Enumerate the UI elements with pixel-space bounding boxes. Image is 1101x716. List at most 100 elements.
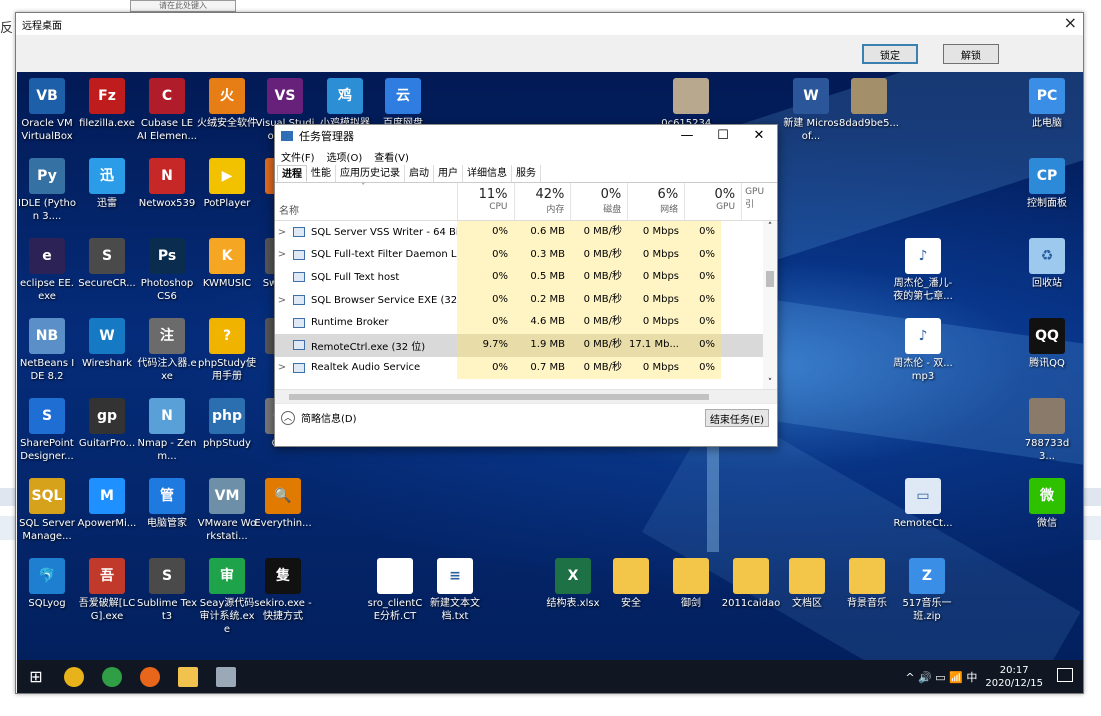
tab-details[interactable]: 详细信息 (463, 165, 512, 182)
desktop-icon[interactable]: 2011caidao (721, 558, 781, 610)
desktop-icon[interactable]: S SharePoint Designer... (17, 398, 77, 463)
desktop-icon[interactable]: M ApowerMi... (77, 478, 137, 530)
desktop-icon[interactable]: php phpStudy (197, 398, 257, 450)
desktop-icon[interactable]: 安全 (601, 558, 661, 610)
desktop-icon[interactable]: gp GuitarPro... (77, 398, 137, 450)
menu-item-view[interactable]: 查看(V) (374, 149, 409, 164)
desktop-icon[interactable]: 🐬 SQLyog (17, 558, 77, 610)
expand-chevron-icon[interactable]: > (275, 362, 289, 373)
column-header-network[interactable]: 6% 网络 (627, 183, 684, 220)
desktop-icon[interactable]: N Netwox539 (137, 158, 197, 210)
scroll-down-icon[interactable]: ˅ (763, 377, 777, 389)
desktop-icon[interactable]: ▶ PotPlayer (197, 158, 257, 210)
desktop-icon[interactable]: 背景音乐 (837, 558, 897, 610)
taskbar-app[interactable] (131, 660, 169, 693)
process-row[interactable]: > Realtek Audio Service 0% 0.7 MB 0 MB/秒 0 Mb… (275, 356, 777, 380)
end-task-button[interactable]: 结束任务(E) (705, 409, 769, 427)
notification-icon[interactable] (1057, 668, 1073, 682)
column-header-cpu[interactable]: 11% CPU (456, 183, 514, 220)
desktop-icon[interactable]: K KWMUSIC (197, 238, 257, 290)
tab-app-history[interactable]: 应用历史记录 (336, 165, 405, 182)
scrollbar-thumb[interactable] (766, 271, 774, 287)
desktop-icon[interactable]: 隻 sekiro.exe - 快捷方式 (253, 558, 313, 623)
close-icon[interactable]: ✕ (741, 125, 777, 147)
column-header-memory[interactable]: 42% 内存 (513, 183, 571, 220)
lock-button[interactable]: 锁定 (862, 44, 918, 64)
unlock-button[interactable]: 解锁 (943, 44, 999, 64)
tab-processes[interactable]: 进程 (277, 165, 307, 182)
desktop-icon[interactable]: QQ 腾讯QQ (1017, 318, 1077, 370)
desktop-icon[interactable]: 迅迅雷 (77, 158, 137, 210)
desktop-icon[interactable]: ♪ 周杰伦 - 双...mp3 (893, 318, 953, 383)
column-header-disk[interactable]: 0% 磁盘 (570, 183, 627, 220)
process-row[interactable]: > SQL Full-text Filter Daemon L... 0% 0.3 M… (275, 243, 777, 267)
search-input[interactable]: 请在此处键入 (130, 0, 236, 12)
process-row[interactable]: Runtime Broker 0% 4.6 MB 0 MB/秒 0 Mbps 0% (275, 311, 777, 334)
tray-icons[interactable]: ^ 🔊 ▭ 📶 中 (905, 669, 977, 685)
tab-users[interactable]: 用户 (434, 165, 463, 182)
column-header-gpu[interactable]: 0% GPU (684, 183, 741, 220)
expand-chevron-icon[interactable]: > (275, 227, 289, 238)
column-header-name[interactable]: ˇ 名称 (275, 183, 457, 220)
desktop-icon[interactable]: 788733d3... (1017, 398, 1077, 463)
desktop-icon[interactable]: SQL SQL Server Manage... (17, 478, 77, 543)
desktop-icon[interactable]: Fz filezilla.exe (77, 78, 137, 130)
desktop-icon[interactable]: sro_clientCE分析.CT (365, 558, 425, 623)
close-icon[interactable]: × (1064, 15, 1077, 31)
desktop-icon[interactable]: 🔍 Everythin... (253, 478, 313, 530)
minimize-icon[interactable]: — (669, 125, 705, 147)
desktop-icon[interactable]: Py IDLE (Python 3.... (17, 158, 77, 223)
column-header-gpu-engine[interactable]: GPU 引 (741, 183, 777, 220)
desktop-icon[interactable]: 8dad9be5... (839, 78, 899, 130)
menu-item-file[interactable]: 文件(F) (281, 149, 315, 164)
desktop-icon[interactable]: 管电脑管家 (137, 478, 197, 530)
desktop-icon[interactable]: 审 Seay源代码审计系统.exe (197, 558, 257, 636)
desktop-icon[interactable]: ♪ 周杰伦_潘儿-夜的第七章... (893, 238, 953, 303)
process-row[interactable]: SQL Full Text host 0% 0.5 MB 0 MB/秒 0 Mbps 0% (275, 266, 777, 289)
process-row[interactable]: > SQL Browser Service EXE (32... 0% 0.2 MB 0… (275, 288, 777, 312)
remote-desktop-titlebar[interactable]: 远程桌面 × (16, 13, 1083, 35)
tab-performance[interactable]: 性能 (307, 165, 336, 182)
tab-services[interactable]: 服务 (512, 165, 541, 182)
taskbar-app[interactable] (93, 660, 131, 693)
desktop-icon[interactable]: ≡ 新建文本文档.txt (425, 558, 485, 623)
maximize-icon[interactable]: ☐ (705, 125, 741, 147)
desktop-icon[interactable]: Ps Photoshop CS6 (137, 238, 197, 303)
desktop-icon[interactable]: VB Oracle VM VirtualBox (17, 78, 77, 143)
taskbar-app[interactable] (169, 660, 207, 693)
desktop-icon[interactable]: 0c615234... (661, 78, 721, 130)
taskbar-app[interactable] (207, 660, 245, 693)
desktop-icon[interactable]: ? phpStudy使用手册 (197, 318, 257, 383)
horizontal-scrollbar[interactable] (275, 389, 777, 403)
desktop-icon[interactable]: NB NetBeans IDE 8.2 (17, 318, 77, 383)
process-row[interactable]: RemoteCtrl.exe (32 位) 9.7% 1.9 MB 0 MB/秒 17.… (275, 333, 777, 357)
desktop-icon[interactable]: X 结构表.xlsx (543, 558, 603, 610)
fewer-details-link[interactable]: 简略信息(D) (301, 410, 357, 425)
desktop-icon[interactable]: 鸡小鸡模拟器 (315, 78, 375, 130)
menu-item-options[interactable]: 选项(O) (327, 149, 363, 164)
expand-chevron-icon[interactable]: > (275, 295, 289, 306)
desktop-icon[interactable]: 火火绒安全软件 (197, 78, 257, 130)
desktop-icon[interactable]: VM VMware Workstati... (197, 478, 257, 543)
desktop-icon[interactable]: S SecureCR... (77, 238, 137, 290)
desktop-icon[interactable]: Z 517音乐一班.zip (897, 558, 957, 623)
horizontal-scrollbar-thumb[interactable] (289, 394, 709, 400)
tab-startup[interactable]: 启动 (405, 165, 434, 182)
desktop-icon[interactable]: 御剑 (661, 558, 721, 610)
chevron-up-icon[interactable]: ︿ (281, 410, 295, 425)
desktop-icon[interactable]: e eclipse EE.exe (17, 238, 77, 303)
desktop-icon[interactable]: CP 控制面板 (1017, 158, 1077, 210)
expand-chevron-icon[interactable]: > (275, 249, 289, 260)
desktop-icon[interactable]: W Wireshark (77, 318, 137, 370)
process-row[interactable]: > SQL Server VSS Writer - 64 Bit 0% 0.6 MB 0… (275, 221, 777, 244)
scroll-up-icon[interactable]: ˄ (763, 221, 777, 233)
desktop-icon[interactable]: W 新建 Microsof... (781, 78, 841, 143)
desktop-icon[interactable]: 吾吾爱破解[LCG].exe (77, 558, 137, 623)
desktop-icon[interactable]: 云百度网盘 (373, 78, 433, 130)
taskbar-app[interactable] (55, 660, 93, 693)
task-manager-titlebar[interactable]: 任务管理器 — ☐ ✕ (275, 125, 777, 147)
desktop-icon[interactable]: 微微信 (1017, 478, 1077, 530)
desktop-icon[interactable]: ♻ 回收站 (1017, 238, 1077, 290)
desktop-icon[interactable]: 文档区 (777, 558, 837, 610)
vertical-scrollbar[interactable]: ˄ ˅ (763, 221, 777, 389)
